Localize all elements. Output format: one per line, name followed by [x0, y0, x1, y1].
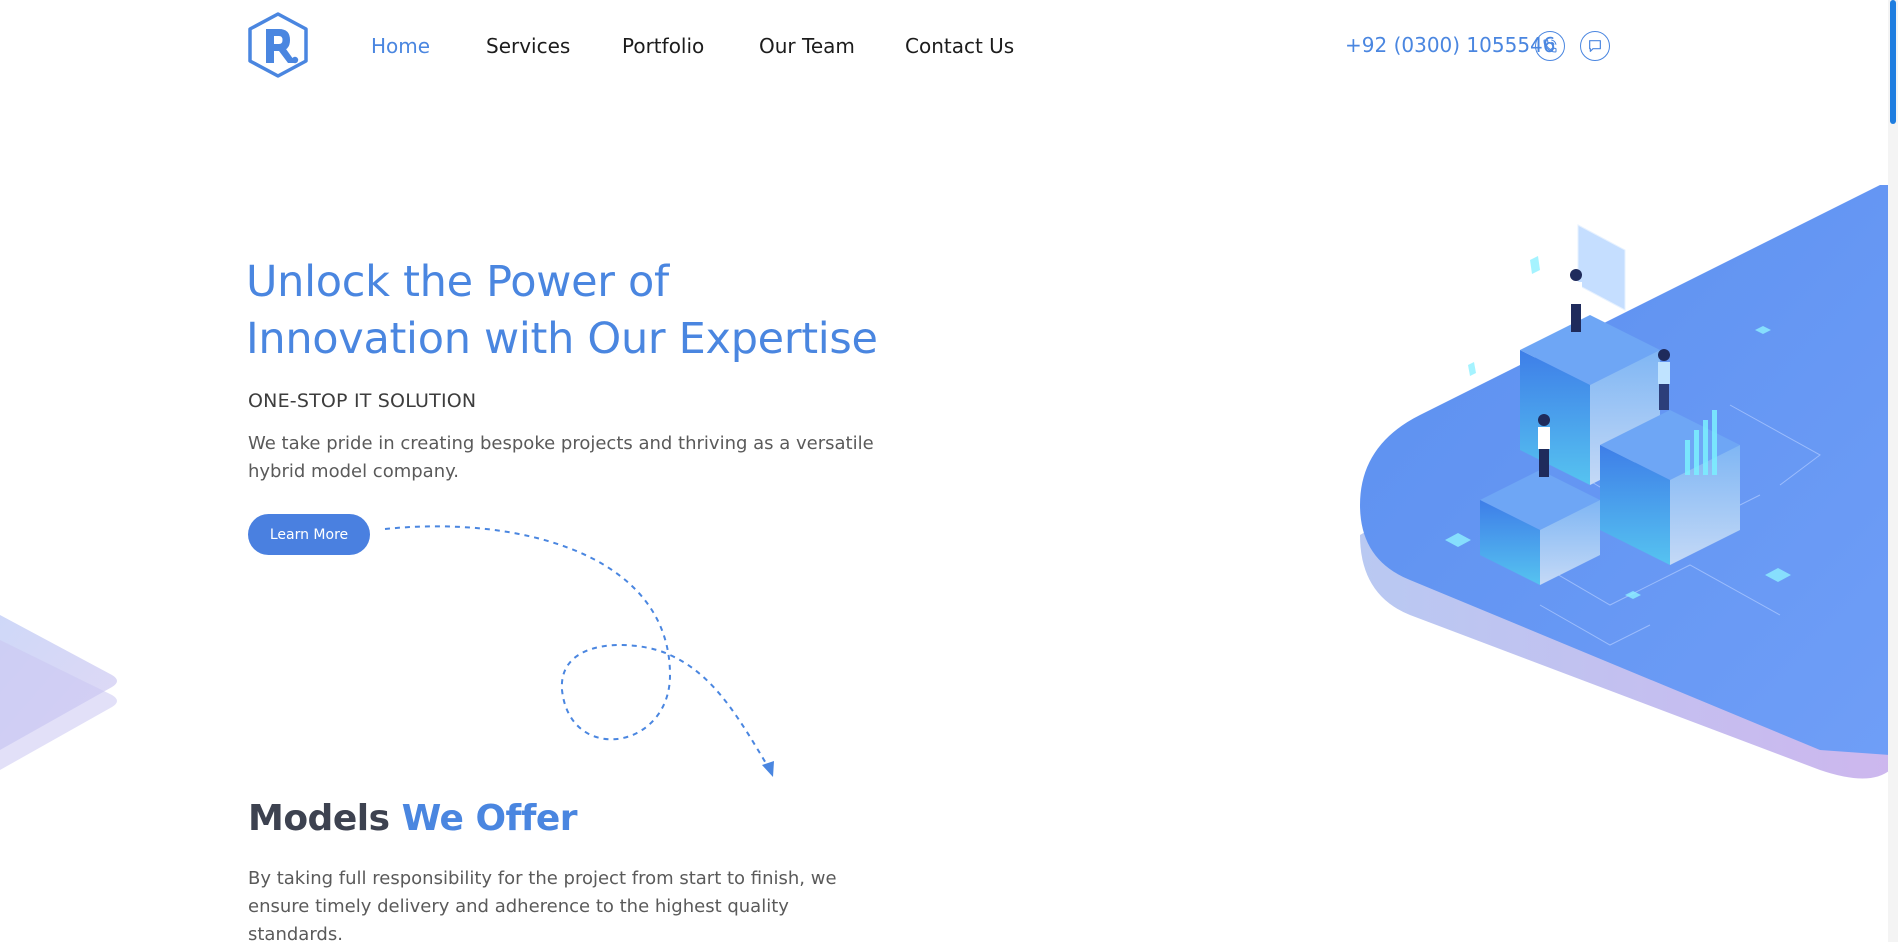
left-triangle-decoration — [0, 615, 117, 770]
phone-icon[interactable] — [1535, 31, 1565, 61]
hero-title-line-1: Unlock the Power of — [246, 257, 669, 307]
hero-description: We take pride in creating bespoke projec… — [248, 433, 874, 482]
chat-icon[interactable] — [1580, 31, 1610, 61]
learn-more-button[interactable]: Learn More — [248, 514, 370, 555]
models-title-accent: We Offer — [401, 798, 578, 839]
scrollbar-thumb[interactable] — [1890, 0, 1896, 124]
phone-number[interactable]: +92 (0300) 1055546 — [1345, 33, 1556, 57]
isometric-technology-illustration — [1360, 185, 1890, 779]
hexagon-r-logo-icon[interactable] — [246, 11, 310, 79]
nav-our-team[interactable]: Our Team — [759, 34, 855, 58]
nav-services[interactable]: Services — [486, 34, 570, 58]
nav-home[interactable]: Home — [371, 34, 430, 58]
models-description: By taking full responsibility for the pr… — [248, 868, 837, 942]
nav-contact-us[interactable]: Contact Us — [905, 34, 1014, 58]
hero-title-line-2: Innovation with Our Expertise — [246, 314, 878, 364]
nav-portfolio[interactable]: Portfolio — [622, 34, 704, 58]
site-header: Home Services Portfolio Our Team Contact… — [0, 0, 1898, 92]
dashed-arrow-decoration — [384, 525, 774, 777]
hero-title: Unlock the Power of Innovation with Our … — [246, 254, 946, 368]
page-scrollbar[interactable] — [1888, 0, 1898, 942]
models-title-main: Models — [248, 798, 390, 839]
models-section-title: Models We Offer — [248, 798, 578, 839]
hero-subtitle: ONE-STOP IT SOLUTION — [248, 390, 477, 412]
